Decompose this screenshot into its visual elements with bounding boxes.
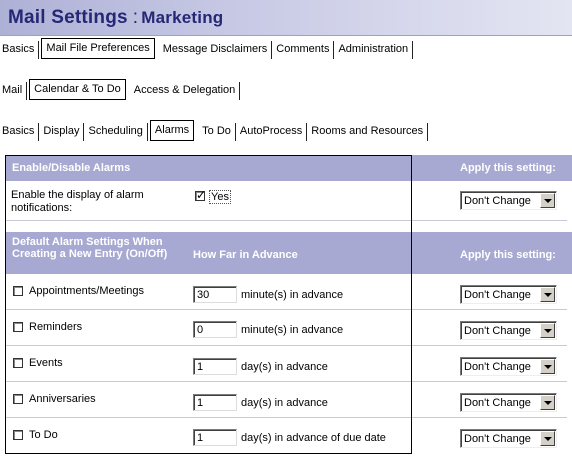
appointments-advance-input[interactable] <box>193 286 237 303</box>
todo-unit: day(s) in advance of due date <box>241 432 386 444</box>
chevron-down-icon[interactable] <box>540 193 555 208</box>
todo-checkbox[interactable] <box>13 430 23 440</box>
events-label: Events <box>29 357 63 369</box>
tab-rooms-resources[interactable]: Rooms and Resources <box>307 123 429 141</box>
page-title: Mail Settings: Marketing <box>8 7 223 29</box>
enable-alarms-label: Enable the display of alarm notification… <box>11 189 144 214</box>
chevron-down-icon[interactable] <box>540 287 555 302</box>
reminders-label: Reminders <box>29 321 83 333</box>
reminders-apply-select[interactable]: Don't Change <box>460 321 557 340</box>
sub-tab-bar: Mail Calendar & To Do Access & Delegatio… <box>0 78 241 100</box>
select-value: Don't Change <box>464 361 531 373</box>
events-apply-select[interactable]: Don't Change <box>460 357 557 376</box>
appointments-checkbox[interactable] <box>13 286 23 296</box>
section-enable-heading: Enable/Disable Alarms <box>12 162 131 174</box>
anniversaries-apply-select[interactable]: Don't Change <box>460 393 557 412</box>
apply-setting-heading: Apply this setting: <box>460 162 556 174</box>
tab-comments[interactable]: Comments <box>272 41 335 59</box>
events-advance-input[interactable] <box>193 358 237 375</box>
appointments-unit: minute(s) in advance <box>241 289 344 301</box>
anniversaries-label: Anniversaries <box>29 393 96 405</box>
alarm-row-todo: To Do day(s) in advance of due date Don'… <box>5 418 567 454</box>
appointments-label: Appointments/Meetings <box>29 285 144 297</box>
page-title-text: Mail Settings <box>8 7 128 28</box>
page-header: Mail Settings: Marketing <box>0 0 572 36</box>
page-subtitle: Marketing <box>141 8 224 27</box>
events-unit: day(s) in advance <box>241 361 328 373</box>
enable-alarms-row: Enable the display of alarm notification… <box>5 181 567 221</box>
tab-mail[interactable]: Mail <box>0 82 28 100</box>
events-checkbox[interactable] <box>13 358 23 368</box>
section-defaults-heading: Default Alarm Settings When Creating a N… <box>12 236 168 260</box>
tab-autoprocess[interactable]: AutoProcess <box>236 123 308 141</box>
select-value: Don't Change <box>464 289 531 301</box>
tab-administration[interactable]: Administration <box>334 41 414 59</box>
main-tab-bar: Basics Mail File Preferences Message Dis… <box>0 37 414 59</box>
todo-advance-input[interactable] <box>193 429 237 446</box>
reminders-checkbox[interactable] <box>13 322 23 332</box>
reminders-advance-input[interactable] <box>193 321 237 338</box>
todo-label: To Do <box>29 429 58 441</box>
tab-basics[interactable]: Basics <box>0 41 40 59</box>
reminders-unit: minute(s) in advance <box>241 324 344 336</box>
chevron-down-icon[interactable] <box>540 359 555 374</box>
select-value: Don't Change <box>464 433 531 445</box>
tab-message-disclaimers[interactable]: Message Disclaimers <box>159 41 273 59</box>
alarm-row-appointments: Appointments/Meetings minute(s) in advan… <box>5 274 567 310</box>
tab-cal-basics[interactable]: Basics <box>0 123 40 141</box>
tab-alarms[interactable]: Alarms <box>149 120 195 141</box>
anniversaries-advance-input[interactable] <box>193 394 237 411</box>
select-value: Don't Change <box>464 325 531 337</box>
select-value: Don't Change <box>464 195 531 207</box>
chevron-down-icon[interactable] <box>540 431 555 446</box>
tab-display[interactable]: Display <box>39 123 85 141</box>
appointments-apply-select[interactable]: Don't Change <box>460 285 557 304</box>
tab-access-delegation[interactable]: Access & Delegation <box>130 82 241 100</box>
select-value: Don't Change <box>464 397 531 409</box>
title-separator: : <box>132 7 139 28</box>
alarm-row-events: Events day(s) in advance Don't Change <box>5 346 567 382</box>
anniversaries-unit: day(s) in advance <box>241 397 328 409</box>
tab-todo[interactable]: To Do <box>198 123 236 141</box>
alarm-row-anniversaries: Anniversaries day(s) in advance Don't Ch… <box>5 382 567 418</box>
tab-calendar-todo[interactable]: Calendar & To Do <box>29 79 126 100</box>
enable-alarms-apply-select[interactable]: Don't Change <box>460 191 557 210</box>
alarm-row-reminders: Reminders minute(s) in advance Don't Cha… <box>5 310 567 346</box>
apply-setting-heading-2: Apply this setting: <box>460 249 556 261</box>
todo-apply-select[interactable]: Don't Change <box>460 429 557 448</box>
how-far-heading: How Far in Advance <box>193 249 298 261</box>
enable-alarms-checkbox[interactable] <box>195 188 206 202</box>
tab-scheduling[interactable]: Scheduling <box>84 123 148 141</box>
anniversaries-checkbox[interactable] <box>13 394 23 404</box>
section-defaults-header: Default Alarm Settings When Creating a N… <box>5 232 572 274</box>
calendar-tab-bar: Basics Display Scheduling Alarms To Do A… <box>0 119 429 141</box>
enable-alarms-yes-label[interactable]: Yes <box>209 190 231 204</box>
tab-mail-file-preferences[interactable]: Mail File Preferences <box>41 38 155 59</box>
chevron-down-icon[interactable] <box>540 395 555 410</box>
section-enable-header: Enable/Disable Alarms Apply this setting… <box>5 155 572 181</box>
chevron-down-icon[interactable] <box>540 323 555 338</box>
